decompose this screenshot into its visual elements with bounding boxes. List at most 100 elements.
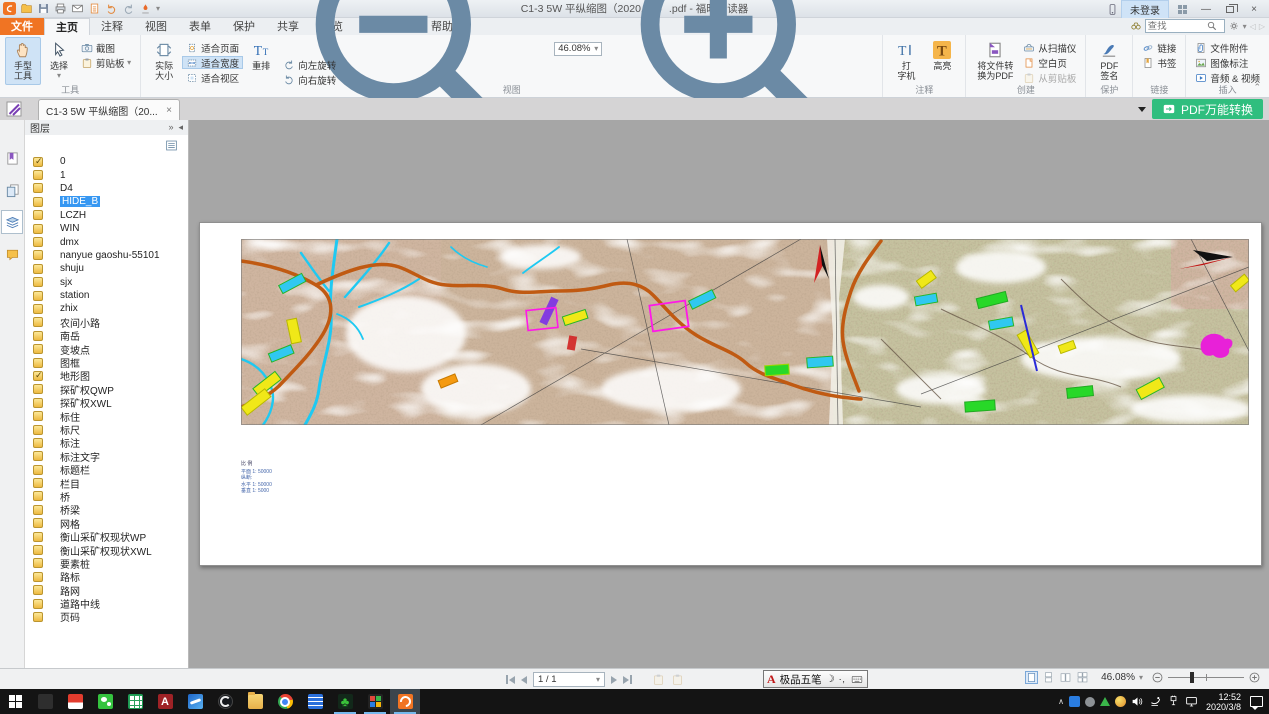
layer-visibility-checkbox[interactable] [33,425,43,435]
find-next-icon[interactable]: ▷ [1259,22,1265,31]
zoom-slider-handle[interactable] [1190,672,1194,683]
collapse-ribbon-icon[interactable]: ⌃ [1253,82,1261,93]
volume-icon[interactable] [1131,695,1144,708]
browser-dark-icon[interactable] [210,689,240,714]
layer-item[interactable]: 道路中线 [33,597,188,610]
layer-visibility-checkbox[interactable] [33,572,43,582]
layer-item[interactable]: WIN [33,222,188,235]
search-input[interactable] [1148,21,1206,32]
ime-mode-letter[interactable]: A [767,672,776,687]
tray-app-gray-icon[interactable] [1085,697,1095,707]
tray-security-icon[interactable] [1115,696,1126,707]
tray-app-green-icon[interactable] [1100,697,1110,706]
typewriter-button[interactable]: T 打字机 [888,37,924,85]
facing-view-icon[interactable] [1059,671,1072,684]
layer-item[interactable]: 0 [33,155,188,168]
apps-grid-icon[interactable] [1171,1,1193,17]
layer-visibility-checkbox[interactable] [33,491,43,501]
continuous-view-icon[interactable] [1042,671,1055,684]
last-page-button[interactable] [623,675,632,684]
pin-panel-icon[interactable]: » [168,122,173,133]
layer-visibility-checkbox[interactable] [33,585,43,595]
layer-visibility-checkbox[interactable] [33,170,43,180]
open-file-icon[interactable] [20,2,33,15]
layer-item[interactable]: 桥 [33,490,188,503]
layer-item[interactable]: 图框 [33,356,188,369]
file-explorer-icon[interactable] [240,689,270,714]
undo-icon[interactable] [105,2,118,15]
pages-panel-icon[interactable] [1,178,23,202]
from-scanner-button[interactable]: 从扫描仪 [1019,41,1080,54]
highlight-button[interactable]: T 高亮 [924,37,960,85]
layer-visibility-checkbox[interactable] [33,157,43,167]
layer-item[interactable]: dmx [33,235,188,248]
layer-item[interactable]: 1 [33,168,188,181]
layer-visibility-checkbox[interactable] [33,518,43,528]
pinned-app-icon[interactable] [30,689,60,714]
image-annotation-button[interactable]: 图像标注 [1191,56,1264,69]
comments-panel-icon[interactable] [1,242,23,266]
hide-panels-icon[interactable] [6,101,22,117]
menu-tab-6[interactable]: 保护 [222,18,266,35]
layer-item[interactable]: HIDE_B [33,195,188,208]
layer-item[interactable]: 路网 [33,584,188,597]
thunder-icon[interactable] [180,689,210,714]
layer-item[interactable]: 栏目 [33,476,188,489]
layer-item[interactable]: LCZH [33,209,188,222]
layer-visibility-checkbox[interactable] [33,545,43,555]
wechat-icon[interactable] [90,689,120,714]
next-page-button[interactable] [611,676,617,684]
ime-name[interactable]: 极品五笔 [780,672,822,687]
layer-item[interactable]: 变坡点 [33,342,188,355]
menu-tab-4[interactable]: 视图 [134,18,178,35]
layer-item[interactable]: 标尺 [33,423,188,436]
login-button[interactable]: 未登录 [1121,0,1169,19]
rotate-left-button[interactable]: 向左旋转 [279,58,877,71]
layer-visibility-checkbox[interactable] [33,358,43,368]
find-icon[interactable] [1130,20,1142,32]
layer-visibility-checkbox[interactable] [33,317,43,327]
page-number-field[interactable]: 1 / 1▾ [533,672,605,687]
layer-item[interactable]: 路标 [33,570,188,583]
zoom-level-combo[interactable]: 46.08%▾ [554,42,602,56]
action-center-icon[interactable] [1250,696,1263,707]
autocad-icon[interactable]: A [150,689,180,714]
ime-keyboard-icon[interactable] [850,674,864,685]
redo-icon[interactable] [122,2,135,15]
wps-spreadsheet-icon[interactable] [120,689,150,714]
print-icon[interactable] [54,2,67,15]
layer-item[interactable]: 标注 [33,436,188,449]
network-icon[interactable] [1185,695,1198,708]
layer-item[interactable]: D4 [33,182,188,195]
layer-visibility-checkbox[interactable] [33,465,43,475]
layer-visibility-checkbox[interactable] [33,599,43,609]
file-attachment-button[interactable]: 文件附件 [1191,41,1264,54]
zoom-slider-track[interactable] [1168,677,1244,678]
menu-tab-5[interactable]: 表单 [178,18,222,35]
tray-app-blue-icon[interactable] [1069,696,1080,707]
layer-item[interactable]: 标注文字 [33,450,188,463]
actual-size-button[interactable]: 实际大小 [146,37,182,85]
bookmark-button[interactable]: 书签 [1138,56,1180,69]
save-icon[interactable] [37,2,50,15]
layer-item[interactable]: 桥梁 [33,503,188,516]
menu-tab-2[interactable]: 主页 [44,18,90,35]
layer-visibility-checkbox[interactable] [33,411,43,421]
hand-tool-button[interactable]: 手型工具 [5,37,41,85]
layer-item[interactable]: station [33,289,188,302]
status-zoom-value[interactable]: 46.08% [1101,672,1135,683]
layer-visibility-checkbox[interactable] [33,291,43,301]
ime-tray-icon[interactable] [1149,695,1162,708]
pdf-convert-button[interactable]: PDF万能转换 [1152,99,1263,119]
layer-item[interactable]: zhix [33,302,188,315]
fit-page-button[interactable]: 适合页面 [182,41,243,54]
layer-visibility-checkbox[interactable] [33,277,43,287]
next-view-icon[interactable] [671,673,684,686]
layer-visibility-checkbox[interactable] [33,237,43,247]
layer-item[interactable]: nanyue gaoshu-55101 [33,249,188,262]
document-tab[interactable]: C1-3 5W 平纵缩图（20... × [38,99,180,120]
app-clover-icon[interactable]: ♣ [330,689,360,714]
menu-tab-1[interactable]: 文件 [0,18,44,35]
doc-convert-icon[interactable] [88,2,101,15]
layer-visibility-checkbox[interactable] [33,612,43,622]
